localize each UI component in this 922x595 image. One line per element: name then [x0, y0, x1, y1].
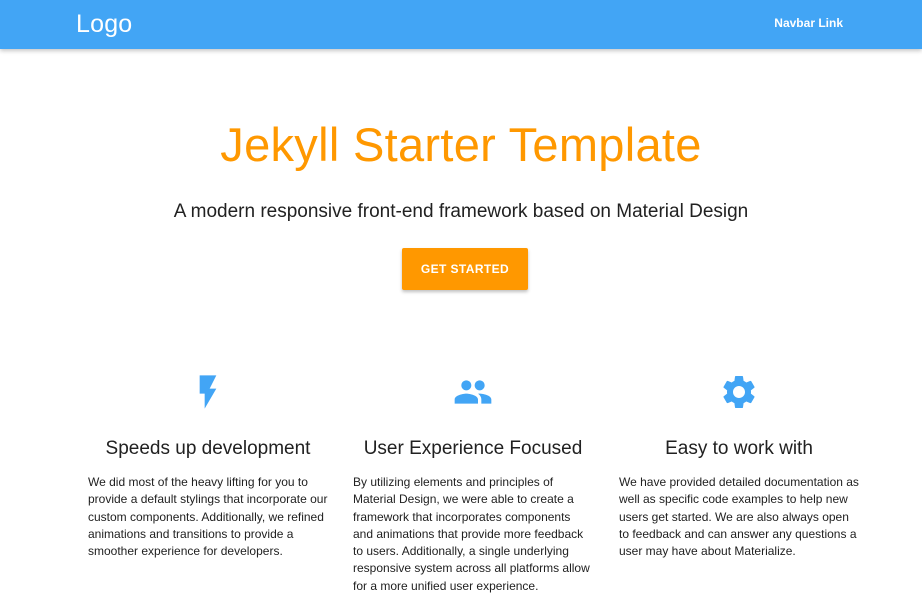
get-started-button[interactable]: GET STARTED [402, 248, 528, 290]
group-icon [454, 380, 492, 404]
feature-title: Speeds up development [105, 438, 311, 459]
feature-user-experience-focused: User Experience Focused By utilizing ele… [353, 372, 593, 595]
feature-easy-to-work-with: Easy to work with We have provided detai… [619, 372, 859, 560]
feature-title: Easy to work with [665, 438, 813, 459]
feature-speeds-up-development: Speeds up development We did most of the… [88, 372, 328, 560]
feature-text: We did most of the heavy lifting for you… [88, 475, 328, 559]
feature-text: By utilizing elements and principles of … [353, 475, 590, 593]
hero-title: Jekyll Starter Template [220, 118, 702, 171]
feature-title: User Experience Focused [363, 438, 583, 459]
flash-icon [199, 375, 217, 409]
settings-icon [723, 376, 755, 408]
feature-text: We have provided detailed documentation … [619, 475, 859, 559]
navbar: Logo Navbar Link [0, 0, 922, 49]
logo[interactable]: Logo [76, 10, 132, 39]
navbar-link[interactable]: Navbar Link [774, 16, 843, 30]
hero-subtitle: A modern responsive front-end framework … [173, 201, 749, 222]
